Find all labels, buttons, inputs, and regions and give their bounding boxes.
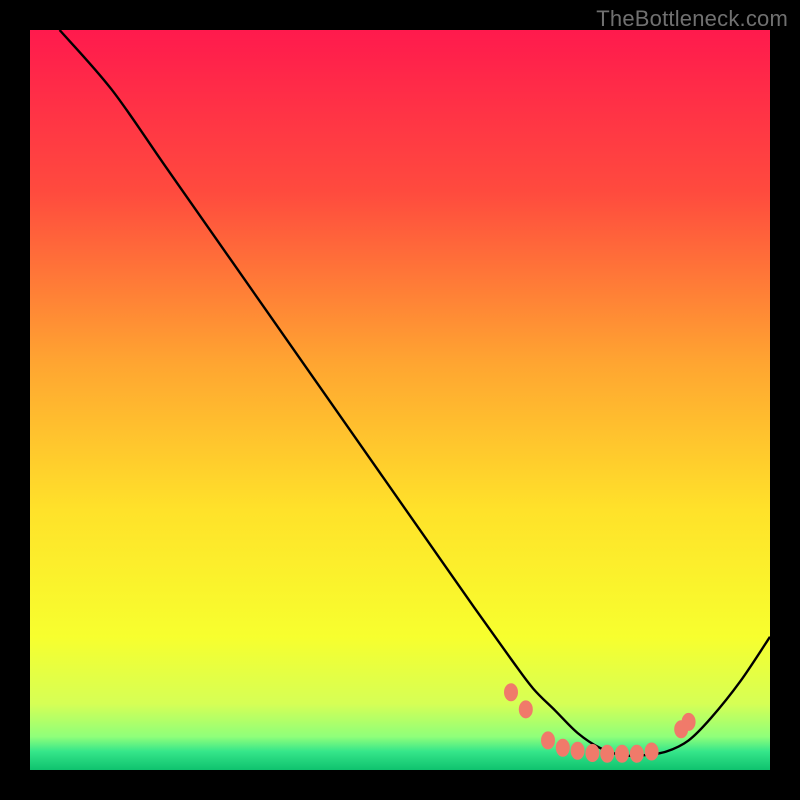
curve-marker: [556, 739, 570, 757]
curve-marker: [630, 745, 644, 763]
curve-marker: [571, 742, 585, 760]
curve-marker: [615, 745, 629, 763]
bottleneck-curve-chart: [0, 0, 800, 800]
curve-marker: [645, 743, 659, 761]
curve-marker: [504, 683, 518, 701]
curve-marker: [585, 744, 599, 762]
plot-background: [30, 30, 770, 770]
curve-marker: [541, 731, 555, 749]
curve-marker: [600, 745, 614, 763]
chart-container: TheBottleneck.com: [0, 0, 800, 800]
attribution-text: TheBottleneck.com: [596, 6, 788, 32]
curve-marker: [682, 713, 696, 731]
curve-marker: [519, 700, 533, 718]
